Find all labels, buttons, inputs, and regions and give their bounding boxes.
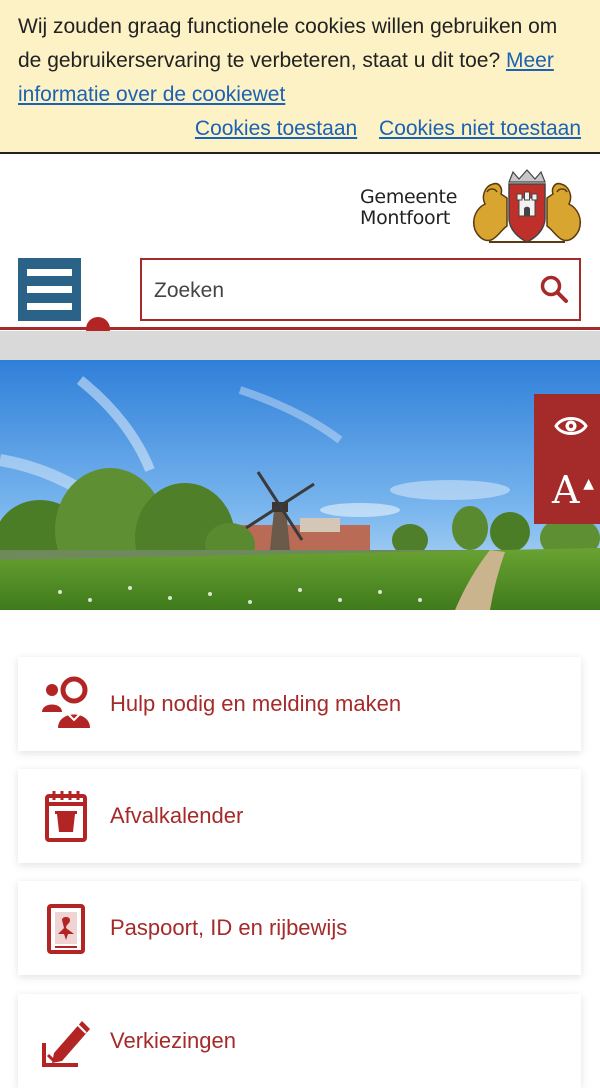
cookies-deny-button[interactable]: Cookies niet toestaan [379,117,581,140]
grey-band [0,331,600,360]
logo-line-2: Montfoort [360,207,451,229]
font-size-icon[interactable]: A ▲ [552,468,596,512]
eye-icon[interactable] [554,414,588,438]
logo-line-1: Gemeente [360,186,458,208]
pencil-ballot-icon [42,1021,90,1067]
passport-icon [47,904,85,954]
tile-afvalkalender[interactable]: Afvalkalender [18,769,581,863]
waste-calendar-icon [45,791,87,842]
search-input[interactable] [152,260,526,321]
menu-bar [27,269,72,276]
municipality-logo[interactable]: Gemeente Montfoort [360,168,587,248]
tile-label: Afvalkalender [110,803,244,828]
tile-label: Verkiezingen [110,1028,236,1053]
search-icon[interactable] [539,274,569,304]
hero-image-windmill-landscape [0,360,600,610]
cookies-allow-button[interactable]: Cookies toestaan [195,117,357,140]
accessibility-toolbar: A ▲ [534,394,600,524]
menu-button[interactable] [18,258,81,321]
people-help-icon [42,676,90,728]
tile-verkiezingen[interactable]: Verkiezingen [18,994,581,1088]
coat-of-arms-icon [473,169,582,243]
tile-label: Hulp nodig en melding maken [110,691,402,716]
cookie-banner: Wij zouden graag functionele cookies wil… [0,0,600,154]
menu-bar [27,303,72,310]
search-box [140,258,581,321]
tile-hulp-melding[interactable]: Hulp nodig en melding maken [18,657,581,751]
cookie-message: Wij zouden graag functionele cookies wil… [18,15,558,72]
tile-paspoort[interactable]: Paspoort, ID en rijbewijs [18,881,581,975]
menu-bar [27,286,72,293]
logo-text: Gemeente Montfoort [360,187,457,229]
tile-label: Paspoort, ID en rijbewijs [110,915,348,940]
cookie-actions: Cookies toestaan Cookies niet toestaan [18,112,581,146]
